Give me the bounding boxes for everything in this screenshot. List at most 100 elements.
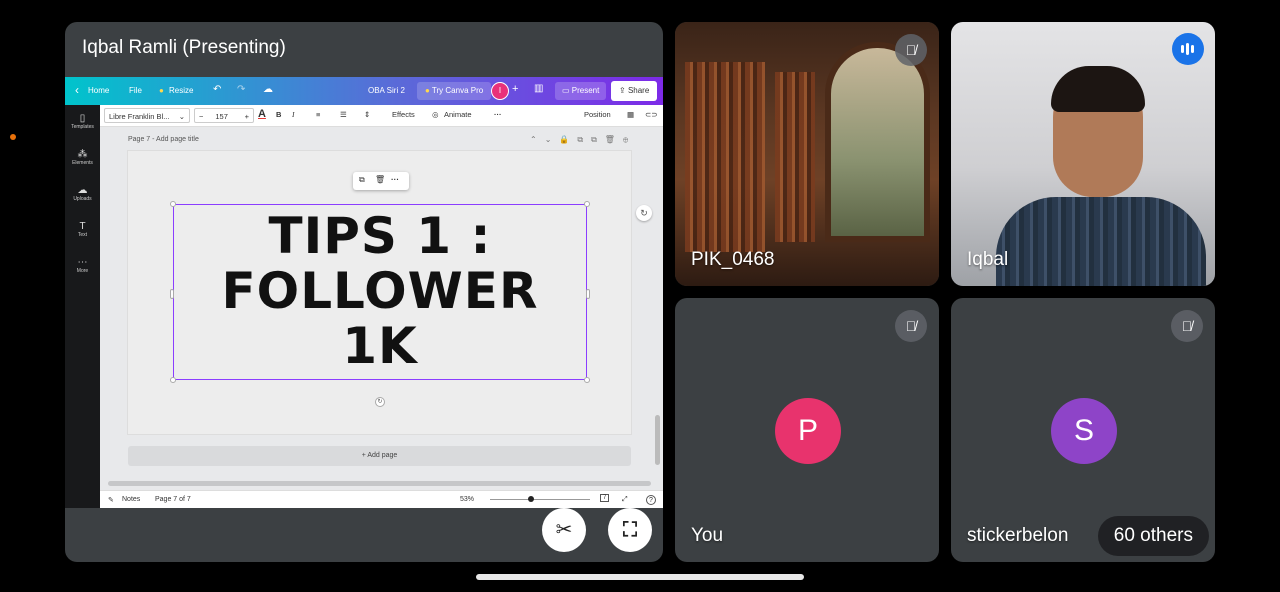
fullscreen-button[interactable]: ⛶ xyxy=(608,508,652,552)
upload-icon: ☁ xyxy=(77,185,88,196)
participant-tile-stickerbelon[interactable]: 🎙̸ S stickerbelon 60 others xyxy=(951,298,1215,562)
participant-video xyxy=(951,22,1215,286)
align-icon: ≡ xyxy=(316,110,321,119)
participant-tile-pik[interactable]: 🎙̸ PIK_0468 xyxy=(675,22,939,286)
mic-off-icon: 🎙̸ xyxy=(895,310,927,342)
more-icon: ··· xyxy=(391,175,399,184)
person-hair xyxy=(1051,66,1145,112)
add-collaborator-icon: + xyxy=(512,83,519,95)
participant-name: You xyxy=(691,525,724,546)
page-count-badge: 7 xyxy=(600,494,610,502)
insights-icon: ▥ xyxy=(534,83,544,94)
resize-handle xyxy=(584,201,590,207)
try-canva-pro-button: ● Try Canva Pro xyxy=(417,82,492,100)
person-shirt xyxy=(996,197,1206,286)
mic-off-icon: 🎙̸ xyxy=(895,34,927,66)
participant-name: Iqbal xyxy=(967,249,1009,270)
home-indicator[interactable] xyxy=(476,574,804,580)
meet-stage: Iqbal Ramli (Presenting) ‹ Home File ● R… xyxy=(0,0,1280,592)
more-options-icon: ··· xyxy=(494,110,502,119)
sidebar-item-templates: ▯ Templates xyxy=(65,113,100,130)
canva-topbar: ‹ Home File ● Resize ↶ ↷ ☁ OBA Siri 2 ● … xyxy=(65,77,663,105)
avatar: P xyxy=(775,398,841,464)
undo-icon: ↶ xyxy=(213,84,222,95)
sidebar-item-uploads: ☁ Uploads xyxy=(65,185,100,202)
redo-icon: ↷ xyxy=(237,84,246,95)
participant-name: PIK_0468 xyxy=(691,249,775,270)
unpin-button[interactable]: ✂ xyxy=(542,508,586,552)
canva-toolbar: Libre Franklin Bl... ⌄ −157 + A B I ≡ ☰ ⇕ … xyxy=(100,105,663,127)
presenter-title: Iqbal Ramli (Presenting) xyxy=(82,37,286,58)
animate-icon: ◎ xyxy=(432,110,439,119)
resize-handle xyxy=(170,377,176,383)
link-icon: ⊂⊃ xyxy=(645,110,658,119)
expand-icon: ⤢ xyxy=(622,496,628,503)
canvas-area: Page 7 - Add page title ⌃⌄🔒⧉⧉🗑⊕ ⧉ 🗑 ··· xyxy=(100,127,663,508)
font-size-stepper: −157 + xyxy=(194,108,254,123)
zoom-slider-knob xyxy=(528,496,534,502)
bookshelf xyxy=(775,72,815,242)
italic-icon: I xyxy=(292,110,295,119)
help-icon: ? xyxy=(646,495,656,505)
page-indicator: Page 7 of 7 xyxy=(155,496,191,503)
slide-line-2: FOLLOWER xyxy=(221,262,539,320)
present-button: ▭ Present xyxy=(555,82,607,100)
zoom-level: 53% xyxy=(460,496,475,503)
sidebar-item-more: ⋯ More xyxy=(65,257,100,274)
unpin-icon: ✂ xyxy=(555,519,573,541)
transparency-icon: ▦ xyxy=(627,110,635,119)
participant-tile-you[interactable]: 🎙̸ P You xyxy=(675,298,939,562)
slide-page: ⧉ 🗑 ··· TIPS 1 : FOLLOWER 1K ↻ xyxy=(128,151,631,434)
document-name: OBA Siri 2 xyxy=(368,86,405,95)
mic-off-icon: 🎙̸ xyxy=(1171,310,1203,342)
file-menu: File xyxy=(129,86,142,95)
speaking-indicator-icon xyxy=(1172,33,1204,65)
resize-menu: Resize xyxy=(169,86,194,95)
elements-icon: ⁂ xyxy=(77,149,88,160)
add-page-button: + Add page xyxy=(128,446,631,466)
sidebar-item-elements: ⁂ Elements xyxy=(65,149,100,166)
presentation-tile[interactable]: Iqbal Ramli (Presenting) ‹ Home File ● R… xyxy=(65,22,663,562)
crown-icon: ● xyxy=(159,86,164,95)
sidebar-item-text: T Text xyxy=(65,221,100,238)
templates-icon: ▯ xyxy=(79,113,86,124)
home-menu: Home xyxy=(88,86,110,95)
font-select: Libre Franklin Bl... ⌄ xyxy=(104,108,190,123)
resize-handle xyxy=(584,377,590,383)
bold-icon: B xyxy=(276,110,282,119)
vertical-scrollbar xyxy=(655,415,660,465)
position-button: Position xyxy=(584,110,611,119)
back-chevron-icon: ‹ xyxy=(75,83,79,97)
delete-icon: 🗑 xyxy=(375,175,386,184)
rotate-handle-icon: ↻ xyxy=(375,397,385,407)
cloud-icon: ☁ xyxy=(263,84,273,95)
horizontal-scrollbar xyxy=(108,481,651,486)
participant-name: stickerbelon xyxy=(967,525,1069,546)
avatar: S xyxy=(1051,398,1117,464)
resize-handle xyxy=(170,201,176,207)
window-arch xyxy=(825,42,930,242)
zoom-slider-track xyxy=(490,499,590,500)
more-icon: ⋯ xyxy=(77,257,88,268)
canva-sidebar: ▯ Templates ⁂ Elements ☁ Uploads T Text ⋯ Mor… xyxy=(65,105,100,508)
user-avatar: I xyxy=(491,82,509,100)
others-button[interactable]: 60 others xyxy=(1097,516,1209,556)
fullscreen-icon: ⛶ xyxy=(623,519,637,541)
slide-heading: TIPS 1 : FOLLOWER 1K xyxy=(173,209,587,374)
slide-line-3: 1K xyxy=(342,317,418,375)
notes-icon: ✎ xyxy=(108,497,114,504)
bookshelf xyxy=(685,62,765,252)
canva-bottom-bar: ✎ Notes Page 7 of 7 53% 7 ⤢ ? xyxy=(100,490,663,508)
page-label: Page 7 - Add page title xyxy=(128,136,199,143)
shared-screen: ‹ Home File ● Resize ↶ ↷ ☁ OBA Siri 2 ● … xyxy=(65,77,663,508)
element-float-menu: ⧉ 🗑 ··· xyxy=(353,172,409,190)
text-icon: T xyxy=(79,221,86,232)
list-icon: ☰ xyxy=(340,110,347,119)
notification-dot xyxy=(10,134,16,140)
notes-button: Notes xyxy=(122,496,141,503)
refresh-icon: ↻ xyxy=(636,205,652,221)
animate-button: Animate xyxy=(444,110,472,119)
participant-tile-iqbal[interactable]: Iqbal xyxy=(951,22,1215,286)
page-actions-icons: ⌃⌄🔒⧉⧉🗑⊕ xyxy=(530,135,637,144)
spacing-icon: ⇕ xyxy=(364,110,371,119)
